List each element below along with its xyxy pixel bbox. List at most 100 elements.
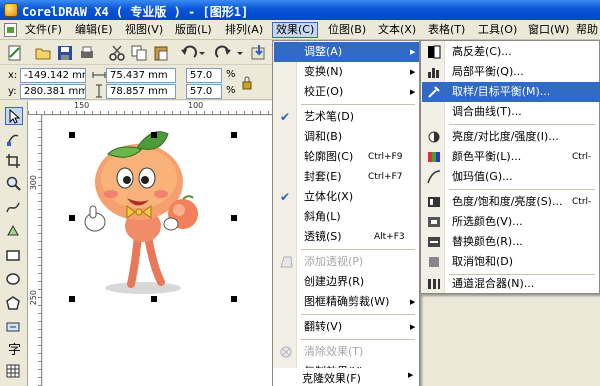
menu-edit[interactable]: 编辑(E)	[72, 23, 116, 39]
submenu-arrow-icon: ▶	[410, 68, 416, 76]
svg-text:字: 字	[8, 343, 21, 357]
submenu-item-desaturate[interactable]: 取消饱和(D)	[422, 252, 600, 272]
selection-handle-bl[interactable]	[69, 296, 75, 302]
gamma-icon	[426, 169, 442, 185]
submenu-item-color-balance[interactable]: 颜色平衡(L)... Ctrl-	[422, 147, 600, 167]
ellipse-tool-icon[interactable]	[5, 271, 23, 289]
submenu-item-tone-curve[interactable]: 调合曲线(T)...	[422, 102, 600, 122]
ruler-mark: 150	[74, 101, 90, 110]
menu-item-extrude[interactable]: ✔ 立体化(X)	[274, 187, 419, 207]
submenu-item-sample-target-balance[interactable]: 取样/目标平衡(M)...	[422, 82, 600, 102]
menu-layout[interactable]: 版面(L)	[172, 23, 215, 39]
menu-item-bevel[interactable]: 斜角(L)	[274, 207, 419, 227]
submenu-arrow-icon: ▶	[408, 371, 414, 379]
selection-handle-ml[interactable]	[69, 215, 75, 221]
menu-text[interactable]: 文本(X)	[375, 23, 419, 39]
polygon-tool-icon[interactable]	[5, 295, 23, 313]
menu-item-correction[interactable]: 校正(O) ▶	[274, 82, 419, 102]
menu-item-flip[interactable]: 翻转(V) ▶	[274, 317, 419, 337]
submenu-item-hue-saturation[interactable]: 色度/饱和度/亮度(S)... Ctrl-	[422, 192, 600, 212]
zoom-tool-icon[interactable]	[5, 175, 23, 193]
cut-icon[interactable]	[108, 44, 126, 62]
submenu-item-local-equalization[interactable]: 局部平衡(Q)...	[422, 62, 600, 82]
freehand-tool-icon[interactable]	[5, 199, 23, 217]
submenu-item-channel-mixer[interactable]: 通道混合器(N)...	[422, 274, 600, 294]
selection-handle-bc[interactable]	[151, 296, 157, 302]
width-field[interactable]: 75.437 mm	[106, 68, 176, 83]
menu-table[interactable]: 表格(T)	[425, 23, 468, 39]
menu-help[interactable]: 帮助	[573, 23, 600, 39]
redo-icon[interactable]	[214, 44, 232, 62]
menu-view[interactable]: 视图(V)	[122, 23, 166, 39]
menu-item-create-boundary[interactable]: 创建边界(R)	[274, 272, 419, 292]
selection-handle-tr[interactable]	[231, 132, 237, 138]
percent-label-h: %	[226, 85, 236, 96]
selection-handle-br[interactable]	[231, 296, 237, 302]
menu-file[interactable]: 文件(F)	[22, 23, 65, 39]
smart-fill-icon[interactable]	[5, 223, 23, 241]
drawing-canvas[interactable]	[43, 116, 273, 386]
pick-tool-icon[interactable]	[5, 107, 23, 125]
left-ruler[interactable]: 300 250	[28, 115, 42, 386]
menu-item-envelope[interactable]: 封套(E) Ctrl+F7	[274, 167, 419, 187]
submenu-item-brightness-contrast[interactable]: 亮度/对比度/强度(I)...	[422, 127, 600, 147]
submenu-item-replace-colors[interactable]: 替换颜色(R)...	[422, 232, 600, 252]
print-icon[interactable]	[78, 44, 96, 62]
submenu-arrow-icon: ▶	[410, 48, 416, 56]
lock-ratio-icon[interactable]	[240, 76, 254, 93]
top-ruler[interactable]: 150 100	[28, 101, 273, 115]
submenu-arrow-icon: ▶	[410, 298, 416, 306]
menu-item-adjust[interactable]: 调整(A) ▶	[274, 42, 419, 62]
open-folder-icon[interactable]	[34, 44, 52, 62]
scale-height-field[interactable]: 57.0	[186, 84, 222, 99]
menu-item-powerclip[interactable]: 图框精确剪裁(W) ▶	[274, 292, 419, 312]
replace-colors-icon	[426, 234, 442, 250]
menu-item-contour[interactable]: 轮廓图(C) Ctrl+F9	[274, 147, 419, 167]
menu-item-transform[interactable]: 变换(N) ▶	[274, 62, 419, 82]
menu-item-label: 高反差(C)...	[452, 45, 512, 58]
selection-handle-tc[interactable]	[151, 132, 157, 138]
shape-tool-icon[interactable]	[5, 131, 23, 149]
basic-shapes-icon[interactable]	[5, 319, 23, 337]
peach-character-illustration[interactable]	[43, 116, 273, 386]
selection-handle-tl[interactable]	[69, 132, 75, 138]
y-position-field[interactable]: 280.381 mm	[20, 84, 86, 99]
height-field[interactable]: 78.857 mm	[106, 84, 176, 99]
submenu-item-gamma[interactable]: 伽玛值(G)...	[422, 167, 600, 187]
import-icon[interactable]	[250, 44, 268, 62]
menu-arrange[interactable]: 排列(A)	[222, 23, 266, 39]
rectangle-tool-icon[interactable]	[5, 247, 23, 265]
adjust-submenu: 高反差(C)... 局部平衡(Q)... 取样/目标平衡(M)... 调合曲线(…	[420, 40, 600, 294]
y-label: y:	[8, 86, 17, 97]
menu-item-label: 局部平衡(Q)...	[452, 65, 524, 78]
menu-item-label: 调合曲线(T)...	[452, 105, 522, 118]
document-icon[interactable]	[4, 23, 17, 37]
menu-item-clear-effect[interactable]: 清除效果(T)	[274, 342, 419, 362]
crop-tool-icon[interactable]	[5, 153, 23, 171]
paste-icon[interactable]	[152, 44, 170, 62]
menu-tools[interactable]: 工具(O)	[475, 23, 520, 39]
menu-item-artistic-media[interactable]: ✔ 艺术笔(D)	[274, 107, 419, 127]
x-position-field[interactable]: -149.142 mm	[20, 68, 86, 83]
table-tool-icon[interactable]	[5, 363, 23, 381]
submenu-item-selective-color[interactable]: 所选颜色(V)...	[422, 212, 600, 232]
menu-effects[interactable]: 效果(C)	[272, 22, 319, 38]
menu-window[interactable]: 窗口(W)	[525, 23, 572, 39]
copy-icon[interactable]	[130, 44, 148, 62]
menu-item-add-perspective[interactable]: 添加透视(P)	[274, 252, 419, 272]
new-document-icon[interactable]	[6, 44, 24, 62]
save-icon[interactable]	[56, 44, 74, 62]
selection-handle-mr[interactable]	[231, 215, 237, 221]
submenu-item-high-contrast[interactable]: 高反差(C)...	[422, 42, 600, 62]
menu-item-lens[interactable]: 透镜(S) Alt+F3	[274, 227, 419, 247]
perspective-icon	[279, 255, 293, 269]
scale-width-field[interactable]: 57.0	[186, 68, 222, 83]
menu-item-label: 通道混合器(N)...	[452, 277, 535, 290]
menu-separator	[301, 249, 415, 250]
undo-icon[interactable]	[180, 44, 198, 62]
menu-bitmaps[interactable]: 位图(B)	[325, 23, 369, 39]
menu-item-blend[interactable]: 调和(B)	[274, 127, 419, 147]
text-tool-icon[interactable]: 字	[5, 341, 23, 359]
menu-item-label: 图框精确剪裁(W)	[304, 295, 390, 308]
menu-item-clone-effect-row[interactable]: 克隆效果(F) ▶	[273, 368, 419, 386]
